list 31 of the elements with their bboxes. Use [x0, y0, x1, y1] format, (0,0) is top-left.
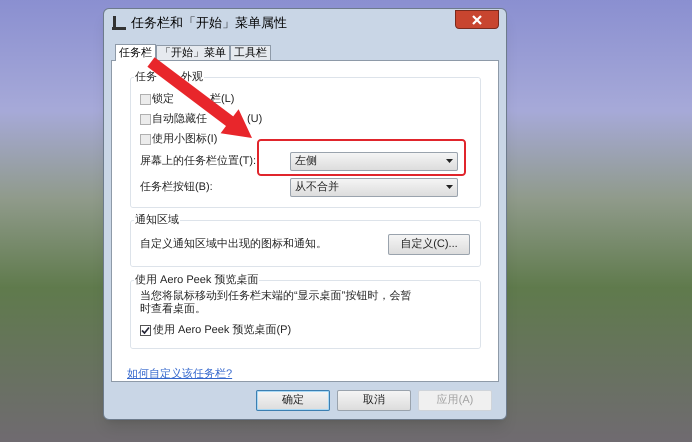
checkbox[interactable] [140, 134, 151, 144]
close-icon [472, 14, 482, 24]
tab[interactable]: 工具栏 [230, 45, 271, 60]
field-label: 任务栏按钮(B): [140, 180, 214, 195]
group-title: 任务 [135, 70, 157, 84]
tab[interactable]: 「开始」菜单 [156, 45, 230, 60]
group-title: 使用 Aero Peek 预览桌面 [134, 273, 260, 287]
checkbox-label: 自动隐藏任 [152, 112, 207, 127]
dropdown[interactable]: 左侧 [290, 152, 458, 170]
checkbox[interactable] [140, 94, 151, 104]
checkbox-label: 使用 Aero Peek 预览桌面(P) [153, 322, 292, 338]
group-title: 通知区域 [134, 213, 180, 227]
field-label: 屏幕上的任务栏位置(T): [140, 154, 258, 169]
caret-icon [446, 185, 453, 189]
checkbox-label: 使用小图标(I) [152, 132, 218, 147]
dropdown[interactable]: 从不合并 [290, 178, 458, 196]
close-button[interactable] [455, 10, 499, 29]
description-text: 当您将鼠标移动到任务栏末端的“显示桌面”按钮时，会暂时查看桌面。 [140, 290, 412, 316]
taskbar-icon [111, 14, 127, 30]
description-text: 自定义通知区域中出现的图标和通知。 [140, 236, 327, 252]
checkbox[interactable] [140, 324, 151, 336]
caret-icon [446, 159, 453, 163]
help-link[interactable]: 如何自定义该任务栏? [127, 366, 232, 382]
customize-button[interactable]: 自定义(C)... [388, 234, 470, 255]
checkbox-label: (U) [247, 112, 262, 127]
tab[interactable]: 任务栏 [115, 44, 156, 61]
window-title: 任务栏和「开始」菜单属性 [131, 14, 287, 32]
dialog-button[interactable]: 确定 [256, 390, 330, 411]
dialog-button[interactable]: 取消 [337, 390, 411, 411]
checkbox-label: 锁定 [152, 92, 174, 107]
checkbox[interactable] [140, 114, 151, 124]
